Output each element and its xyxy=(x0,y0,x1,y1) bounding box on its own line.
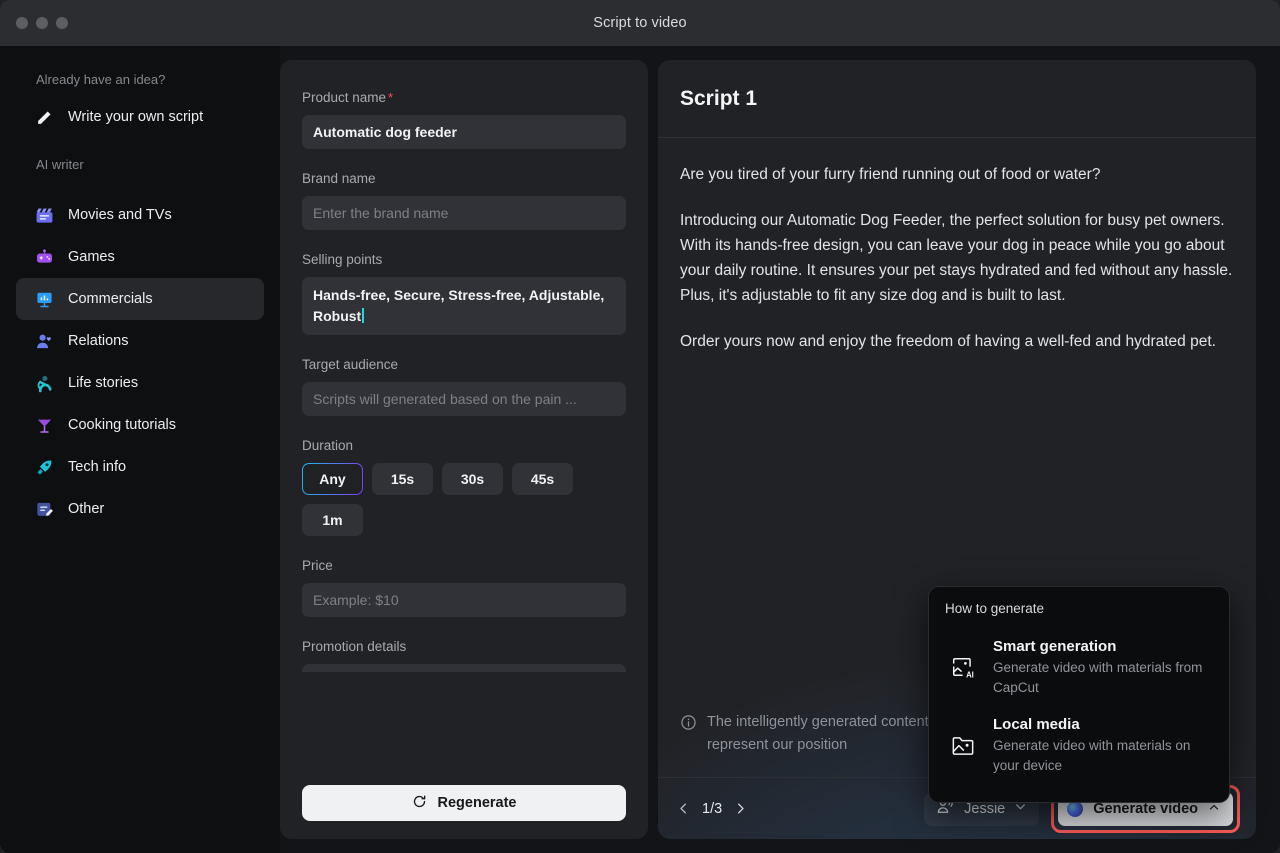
product-name-label: Product name * xyxy=(302,90,394,105)
duration-chip-45s[interactable]: 45s xyxy=(512,463,573,495)
sidebar-item-tech-info[interactable]: Tech info xyxy=(16,446,264,488)
popover-item-text: Local media Generate video with material… xyxy=(993,716,1213,776)
brand-name-input[interactable] xyxy=(302,196,626,230)
duration-chip-15s[interactable]: 15s xyxy=(372,463,433,495)
popover-item-smart-generation[interactable]: AI Smart generation Generate video with … xyxy=(945,630,1213,708)
clapperboard-icon xyxy=(34,205,54,225)
field-brand-name: Brand name xyxy=(302,171,626,230)
info-icon xyxy=(680,714,697,757)
sidebar-item-life-stories[interactable]: Life stories xyxy=(16,362,264,404)
duration-chip-30s[interactable]: 30s xyxy=(442,463,503,495)
script-paragraph: Introducing our Automatic Dog Feeder, th… xyxy=(680,212,1233,304)
popover-item-text: Smart generation Generate video with mat… xyxy=(993,638,1213,698)
sidebar-item-label: Relations xyxy=(68,333,129,349)
how-to-generate-popover: How to generate AI Smart generation Gene… xyxy=(928,586,1230,803)
sidebar-item-write-your-own-script[interactable]: Write your own script xyxy=(16,97,264,137)
duration-label: Duration xyxy=(302,438,354,453)
sidebar-item-label: Other xyxy=(68,501,105,517)
window-title: Script to video xyxy=(593,15,687,31)
sidebar-heading-idea: Already have an idea? xyxy=(36,72,166,87)
required-asterisk: * xyxy=(388,90,394,105)
sidebar-item-other[interactable]: Other xyxy=(16,488,264,530)
window-controls[interactable] xyxy=(0,17,68,29)
target-audience-label: Target audience xyxy=(302,357,399,372)
text-caret xyxy=(362,308,364,323)
sidebar-item-games[interactable]: Games xyxy=(16,236,264,278)
brand-name-label: Brand name xyxy=(302,171,376,186)
app-body: Already have an idea? Write your own scr… xyxy=(0,46,1280,853)
sidebar-item-label: Write your own script xyxy=(68,109,204,125)
script-pagination: 1/3 xyxy=(676,801,748,817)
form-panel-wrap: Product name* Brand name Selling points … xyxy=(280,46,658,853)
sidebar-item-label: Cooking tutorials xyxy=(68,417,176,433)
form-scroll-area[interactable]: Product name* Brand name Selling points … xyxy=(280,60,648,781)
popover-item-local-media[interactable]: Local media Generate video with material… xyxy=(945,708,1213,786)
app-window: Script to video Already have an idea? Wr… xyxy=(0,0,1280,853)
field-promotion-details: Promotion details xyxy=(302,639,626,672)
sidebar-item-label: Tech info xyxy=(68,459,127,475)
person-wave-icon xyxy=(34,373,54,393)
script-paragraph: Order yours now and enjoy the freedom of… xyxy=(680,333,1216,350)
field-duration: Duration Any 15s 30s 45s 1m xyxy=(302,438,626,536)
chevron-right-icon[interactable] xyxy=(733,801,748,816)
promotion-details-textarea[interactable] xyxy=(302,664,626,672)
page-index: 1/3 xyxy=(702,800,723,817)
script-paragraph: Are you tired of your furry friend runni… xyxy=(680,166,1101,183)
popover-item-name: Local media xyxy=(993,716,1080,733)
presentation-icon xyxy=(34,289,54,309)
field-product-name: Product name * xyxy=(302,90,626,149)
product-name-input[interactable] xyxy=(302,115,626,149)
minimize-button[interactable] xyxy=(36,17,48,29)
popover-item-desc: Generate video with materials from CapCu… xyxy=(993,660,1203,695)
price-input[interactable] xyxy=(302,583,626,617)
target-audience-input[interactable] xyxy=(302,382,626,416)
sidebar-ai-list: Movies and TVs Games Commercials Relatio… xyxy=(16,194,264,530)
script-title: Script 1 xyxy=(680,86,758,110)
close-button[interactable] xyxy=(16,17,28,29)
sidebar-item-label: Games xyxy=(68,249,115,265)
person-heart-icon xyxy=(34,331,54,351)
regenerate-label: Regenerate xyxy=(437,795,517,811)
svg-text:AI: AI xyxy=(966,670,974,679)
regenerate-button[interactable]: Regenerate xyxy=(302,785,626,821)
title-bar: Script to video xyxy=(0,0,1280,46)
field-target-audience: Target audience xyxy=(302,357,626,416)
form-footer: Regenerate xyxy=(280,773,648,839)
sidebar-item-relations[interactable]: Relations xyxy=(16,320,264,362)
sidebar-item-label: Life stories xyxy=(68,375,139,391)
refresh-icon xyxy=(412,794,427,813)
field-price: Price xyxy=(302,558,626,617)
pencil-icon xyxy=(34,107,54,127)
maximize-button[interactable] xyxy=(56,17,68,29)
sidebar-item-commercials[interactable]: Commercials xyxy=(16,278,264,320)
sidebar-item-cooking-tutorials[interactable]: Cooking tutorials xyxy=(16,404,264,446)
popover-item-name: Smart generation xyxy=(993,638,1117,655)
sidebar-item-movies-and-tvs[interactable]: Movies and TVs xyxy=(16,194,264,236)
rocket-tag-icon xyxy=(34,457,54,477)
field-selling-points: Selling points Hands-free, Secure, Stres… xyxy=(302,252,626,335)
selling-points-label: Selling points xyxy=(302,252,383,267)
form-panel: Product name* Brand name Selling points … xyxy=(280,60,648,839)
duration-chip-1m[interactable]: 1m xyxy=(302,504,363,536)
sidebar-heading-ai-writer: AI writer xyxy=(36,157,84,172)
note-edit-icon xyxy=(34,499,54,519)
sidebar-item-label: Commercials xyxy=(68,291,153,307)
price-label: Price xyxy=(302,558,333,573)
chevron-left-icon[interactable] xyxy=(676,801,691,816)
popover-title: How to generate xyxy=(945,601,1045,616)
promotion-details-label: Promotion details xyxy=(302,639,407,654)
ai-frame-icon: AI xyxy=(949,655,977,681)
sidebar-item-label: Movies and TVs xyxy=(68,207,172,223)
selling-points-value: Hands-free, Secure, Stress-free, Adjusta… xyxy=(313,287,605,324)
duration-chip-any[interactable]: Any xyxy=(302,463,363,495)
script-header: Script 1 xyxy=(658,60,1256,138)
folder-image-icon xyxy=(949,733,977,759)
gamepad-icon xyxy=(34,247,54,267)
popover-item-desc: Generate video with materials on your de… xyxy=(993,738,1191,773)
sidebar: Already have an idea? Write your own scr… xyxy=(0,46,280,853)
selling-points-textarea[interactable]: Hands-free, Secure, Stress-free, Adjusta… xyxy=(302,277,626,335)
cocktail-icon xyxy=(34,415,54,435)
duration-options: Any 15s 30s 45s 1m xyxy=(302,463,626,536)
